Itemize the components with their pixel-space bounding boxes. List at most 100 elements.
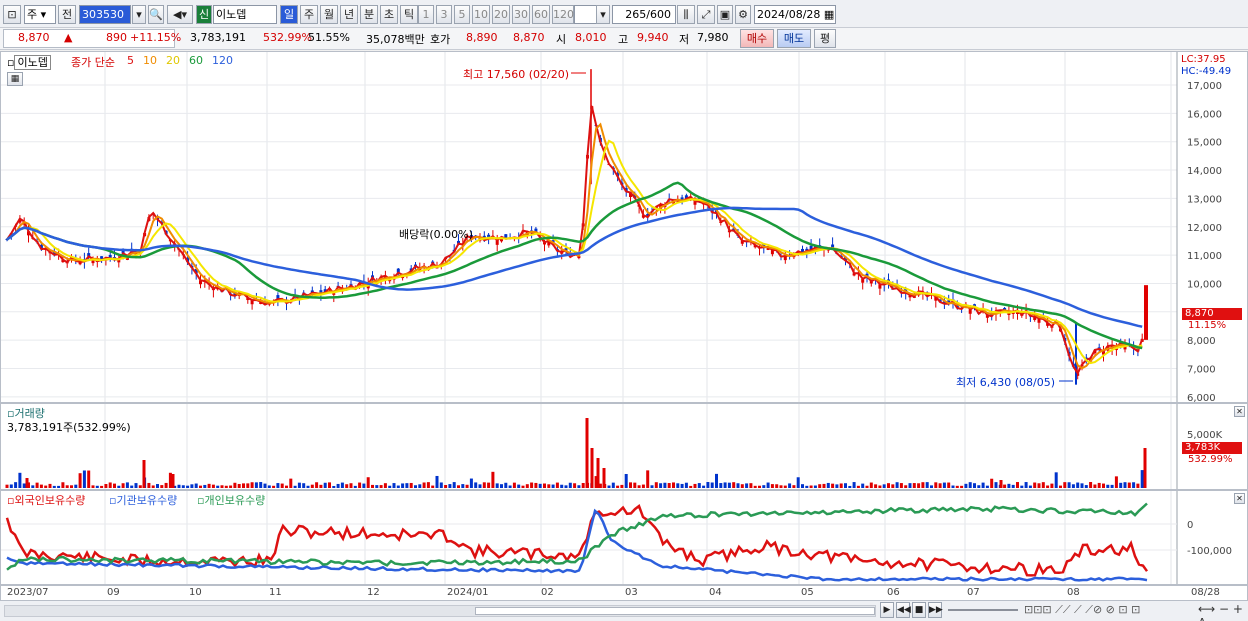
volume-bar xyxy=(276,483,280,488)
volume-bar xyxy=(547,484,551,488)
interval-button-60[interactable]: 60 xyxy=(532,5,550,24)
zoom-slider[interactable] xyxy=(948,609,1018,611)
scrollbar-track[interactable] xyxy=(4,605,876,617)
interval-button-5[interactable]: 5 xyxy=(454,5,470,24)
volume-bar xyxy=(306,485,310,488)
volume-bar xyxy=(302,483,306,488)
candle-type-icon[interactable]: ⫼ xyxy=(677,5,695,24)
volume-bar xyxy=(826,482,830,488)
count-field[interactable]: 265/600 xyxy=(612,5,676,24)
volume-bar xyxy=(912,483,916,488)
volume-bar xyxy=(646,470,650,488)
x-label-0: 2023/07 xyxy=(7,587,49,598)
volume-bar xyxy=(414,485,417,488)
draw-tool-icon[interactable]: ⤢ xyxy=(697,5,715,24)
volume-bar xyxy=(1050,483,1054,488)
code-dropdown-icon[interactable]: ▾ xyxy=(132,5,146,24)
calendar-icon[interactable]: ▦ xyxy=(824,8,834,21)
interval-button-3[interactable]: 3 xyxy=(436,5,452,24)
layout-icon[interactable]: ⊡ xyxy=(3,5,21,24)
speaker-icon[interactable]: ◀▾ xyxy=(167,5,193,24)
buy-button[interactable]: 매수 xyxy=(740,29,774,48)
period-tab-5[interactable]: 초 xyxy=(380,5,398,24)
volume-bar xyxy=(676,483,680,488)
volume-bar xyxy=(689,485,693,488)
current-price: 8,870 xyxy=(18,31,50,44)
volume-bar xyxy=(254,482,258,488)
volume-bar xyxy=(151,485,155,488)
volume-bar xyxy=(125,482,129,488)
volume-bar xyxy=(177,484,181,488)
period-tab-0[interactable]: 일 xyxy=(280,5,298,24)
zoom-controls[interactable]: ⟷ − + A xyxy=(1198,602,1248,621)
volume-bar xyxy=(500,484,503,488)
eval-button[interactable]: 평 xyxy=(814,29,836,48)
period-select[interactable]: 주 ▾ xyxy=(24,5,56,24)
volume-info: 3,783,191주(532.99%) xyxy=(7,421,131,434)
volume-bar xyxy=(560,484,564,488)
scroll-right-icon[interactable]: ▶ xyxy=(880,602,894,618)
volume-bar xyxy=(1011,484,1015,488)
price-panel[interactable]: 17,000 16,000 15,000 14,000 13,000 12,000 11,0… xyxy=(0,51,1248,403)
volume-bar xyxy=(1084,485,1088,488)
volume-bar xyxy=(203,484,207,488)
tool-icons[interactable]: ⊡⊡⊡ ⟋⟋ ⟋ ⟋⊘ ⊘ ⊡ ⊡ xyxy=(1024,603,1140,617)
price-chart[interactable]: 17,000 16,000 15,000 14,000 13,000 12,000 11,0… xyxy=(1,52,1247,402)
chart-window: ⊡ 주 ▾ 전 303530 ▾ 🔍 ◀▾ 신 이노뎁 일주월년분초틱 1351… xyxy=(0,0,1248,621)
volume-bar xyxy=(968,482,972,488)
volume-bar xyxy=(693,483,697,488)
sell-button[interactable]: 매도 xyxy=(777,29,811,48)
calculator-icon[interactable]: ▦ xyxy=(7,72,23,86)
interval-dropdown-icon[interactable]: ▾ xyxy=(596,5,610,24)
open-price: 8,010 xyxy=(575,31,607,44)
volume-bar xyxy=(955,485,959,488)
x-label-10: 06 xyxy=(887,587,900,598)
volume-bar xyxy=(18,472,22,488)
save-icon[interactable]: ▣ xyxy=(717,5,733,24)
ownership-panel[interactable]: 0 -100,000 ▫외국인보유수량 ▫기관보유수량 ▫개인보유수량 ✕ xyxy=(0,490,1248,585)
period-tab-2[interactable]: 월 xyxy=(320,5,338,24)
interval-button-1[interactable]: 1 xyxy=(418,5,434,24)
rewind-icon[interactable]: ◀◀ xyxy=(896,602,911,618)
volume-bar xyxy=(753,485,757,488)
settings-gear-icon[interactable]: ⚙ xyxy=(735,5,751,24)
volume-bar xyxy=(57,485,61,488)
volume-bar xyxy=(224,485,228,488)
volume-bar xyxy=(629,482,632,488)
prev-button[interactable]: 전 xyxy=(58,5,76,24)
x-label-7: 03 xyxy=(625,587,638,598)
volume-bar xyxy=(745,483,749,488)
date-value: 2024/08/28 xyxy=(757,8,821,21)
volume-bar xyxy=(934,482,938,488)
interval-button-120[interactable]: 120 xyxy=(552,5,574,24)
interval-button-30[interactable]: 30 xyxy=(512,5,530,24)
ownership-legend-1: ▫기관보유수량 xyxy=(109,494,178,507)
search-icon[interactable]: 🔍 xyxy=(148,5,164,24)
volume-bar xyxy=(328,482,331,488)
period-tab-6[interactable]: 틱 xyxy=(400,5,418,24)
volume-bar xyxy=(775,484,779,488)
interval-button-10[interactable]: 10 xyxy=(472,5,490,24)
volume-bar xyxy=(1136,483,1140,488)
date-field[interactable]: 2024/08/28 ▦ xyxy=(754,5,836,24)
volume-close-icon[interactable]: ✕ xyxy=(1234,406,1245,417)
period-tab-3[interactable]: 년 xyxy=(340,5,358,24)
fast-forward-icon[interactable]: ▶▶ xyxy=(928,602,943,618)
ownership-chart[interactable]: 0 -100,000 xyxy=(1,491,1247,584)
stop-icon[interactable]: ■ xyxy=(912,602,926,618)
volume-bar xyxy=(1102,483,1105,488)
scrollbar-thumb[interactable] xyxy=(475,607,875,615)
volume-bar xyxy=(285,485,288,488)
volume-bar xyxy=(48,483,52,488)
stock-name-field[interactable]: 이노뎁 xyxy=(213,5,277,24)
volume-axis-label: 5,000K xyxy=(1187,430,1223,441)
period-tab-1[interactable]: 주 xyxy=(300,5,318,24)
volume-panel[interactable]: 5,000K ▫거래량 3,783,191주(532.99%) ✕ 3,783K… xyxy=(0,403,1248,490)
volume-bar xyxy=(732,482,736,488)
interval-button-20[interactable]: 20 xyxy=(492,5,510,24)
period-tab-4[interactable]: 분 xyxy=(360,5,378,24)
ownership-close-icon[interactable]: ✕ xyxy=(1234,493,1245,504)
volume-bar xyxy=(233,482,237,488)
code-input[interactable]: 303530 xyxy=(79,5,131,24)
volume-chart[interactable]: 5,000K xyxy=(1,404,1247,489)
